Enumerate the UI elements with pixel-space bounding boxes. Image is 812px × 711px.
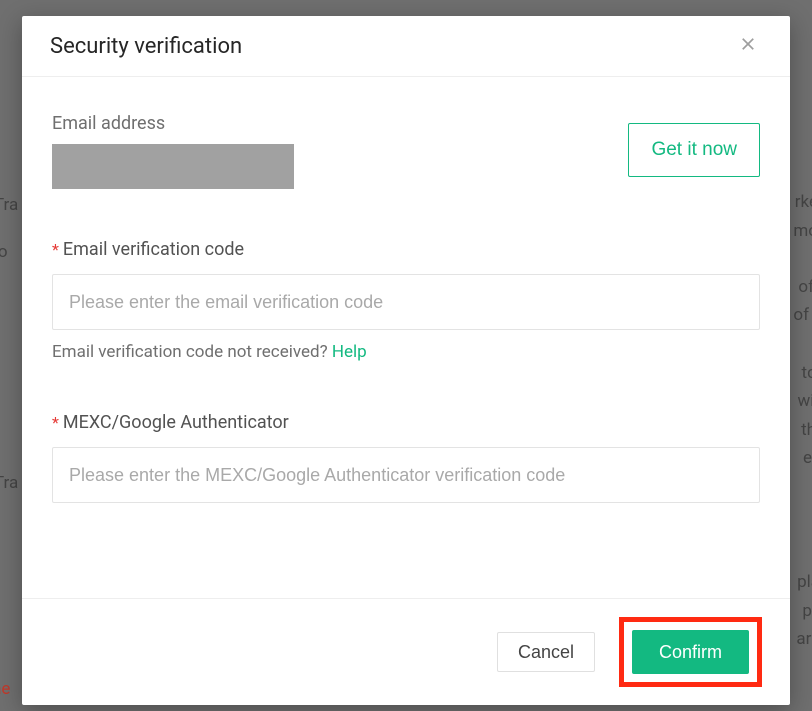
modal-title: Security verification — [50, 34, 242, 59]
email-code-label: *Email verification code — [52, 239, 760, 260]
bg-text: of s — [793, 300, 812, 331]
email-code-label-text: Email verification code — [63, 239, 244, 260]
bg-text: mo — [793, 216, 812, 247]
required-star-icon: * — [52, 240, 59, 259]
bg-text: ark — [796, 624, 812, 655]
email-code-input[interactable] — [52, 274, 760, 330]
email-code-helper-text: Email verification code not received? — [52, 342, 332, 362]
bg-text: rke — [795, 187, 812, 218]
email-code-helper: Email verification code not received? He… — [52, 342, 760, 362]
authenticator-input[interactable] — [52, 447, 760, 503]
email-row: Email address Get it now — [52, 113, 760, 189]
confirm-highlight-ring: Confirm — [619, 617, 762, 687]
bg-text: Tra — [0, 190, 18, 221]
cancel-button[interactable]: Cancel — [497, 632, 595, 672]
authenticator-group: *MEXC/Google Authenticator — [52, 412, 760, 503]
modal-header: Security verification — [22, 16, 790, 77]
bg-text: tc — [802, 358, 812, 389]
bg-text: wit — [798, 386, 812, 417]
help-link[interactable]: Help — [332, 342, 367, 362]
security-verification-modal: Security verification Email address Get … — [22, 16, 790, 705]
email-block: Email address — [52, 113, 294, 189]
authenticator-label-text: MEXC/Google Authenticator — [63, 412, 289, 433]
email-value-redacted — [52, 144, 294, 189]
bg-text: th — [801, 415, 812, 446]
bg-text: ne — [0, 674, 10, 705]
email-label: Email address — [52, 113, 294, 134]
bg-text: pl — [802, 596, 812, 627]
confirm-button[interactable]: Confirm — [632, 630, 749, 674]
bg-text: ey — [803, 443, 812, 474]
bg-text: of — [798, 272, 812, 303]
get-it-now-button[interactable]: Get it now — [628, 123, 760, 177]
email-code-group: *Email verification code Email verificat… — [52, 239, 760, 362]
close-button[interactable] — [734, 32, 762, 60]
modal-body: Email address Get it now *Email verifica… — [22, 77, 790, 598]
close-icon — [739, 35, 757, 57]
modal-footer: Cancel Confirm — [22, 598, 790, 705]
bg-text: pla — [797, 567, 812, 598]
bg-text: fo — [0, 237, 8, 268]
authenticator-label: *MEXC/Google Authenticator — [52, 412, 760, 433]
bg-text: Tra — [0, 468, 18, 499]
required-star-icon: * — [52, 413, 59, 432]
